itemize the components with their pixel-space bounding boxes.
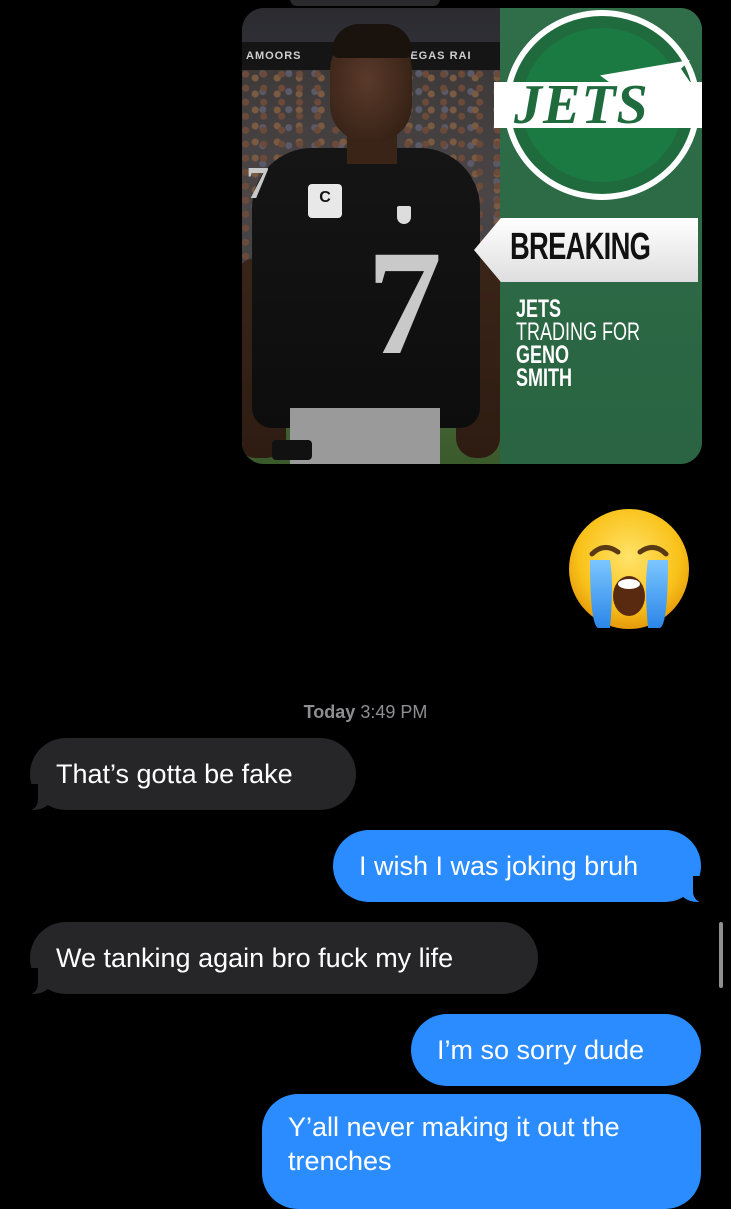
timestamp-day: Today xyxy=(303,702,356,722)
message-bubble-sent[interactable]: I wish I was joking bruh xyxy=(333,830,715,904)
headline: JETS TRADING FOR GENO SMITH xyxy=(516,297,640,392)
stadium-text-left: AMOORS xyxy=(246,50,302,62)
message-bubble-sent[interactable]: Y’all never making it out the trenches xyxy=(262,1094,701,1209)
image-attachment[interactable]: AMOORS VEGAS RAI 7 C 7 JETS BREAKING JET… xyxy=(242,8,702,464)
timestamp-time: 3:49 PM xyxy=(360,702,428,722)
message-bubble-sent[interactable]: I’m so sorry dude xyxy=(411,1014,701,1086)
shoulder-number: 7 xyxy=(246,157,269,208)
message-text: I’m so sorry dude xyxy=(437,1035,645,1065)
emoji-message-loudly-crying-face-icon[interactable] xyxy=(564,504,694,634)
message-bubble-received[interactable]: That’s gotta be fake xyxy=(16,738,356,812)
message-text: I wish I was joking bruh xyxy=(359,851,639,881)
breaking-label: BREAKING xyxy=(510,226,651,268)
top-overlay-pill xyxy=(290,0,440,6)
jets-logo-word: JETS xyxy=(514,74,649,136)
scroll-indicator[interactable] xyxy=(719,922,723,988)
stadium-text-right: VEGAS RAI xyxy=(402,50,472,62)
jersey-number: 7 xyxy=(367,220,442,386)
message-text: We tanking again bro fuck my life xyxy=(56,943,454,973)
captain-patch: C xyxy=(308,184,342,218)
player-pants xyxy=(290,408,440,464)
conversation-timestamp: Today 3:49 PM xyxy=(0,702,731,723)
message-bubble-received[interactable]: We tanking again bro fuck my life xyxy=(16,922,538,996)
message-text: That’s gotta be fake xyxy=(56,759,293,789)
player-photo: AMOORS VEGAS RAI 7 C 7 xyxy=(242,8,500,464)
headline-line: SMITH xyxy=(516,364,573,392)
player-hair xyxy=(332,24,412,58)
player-jersey xyxy=(252,148,480,428)
message-text: Y’all never making it out the trenches xyxy=(288,1112,620,1176)
wristband xyxy=(272,440,312,460)
